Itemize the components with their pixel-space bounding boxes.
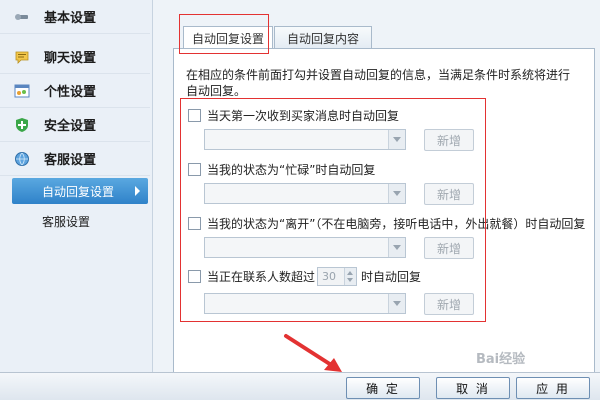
sidebar-subitem-auto-reply[interactable]: 自动回复设置 [12, 178, 148, 204]
footer-bar: 确 定 取 消 应 用 [0, 372, 600, 400]
apply-button[interactable]: 应 用 [516, 377, 590, 399]
sidebar-item-label: 个性设置 [44, 85, 97, 100]
ok-button[interactable]: 确 定 [346, 377, 420, 399]
chat-bubble-icon [14, 49, 30, 65]
shield-plus-icon [14, 117, 30, 133]
annotation-highlight-tab [179, 14, 269, 54]
sidebar-item-security[interactable]: 安全设置 [0, 108, 150, 142]
palette-window-icon [14, 83, 30, 99]
sidebar-subitem-service-settings[interactable]: 客服设置 [12, 208, 148, 234]
cancel-button[interactable]: 取 消 [436, 377, 510, 399]
headset-globe-icon [14, 151, 30, 167]
sidebar: 基本设置 聊天设置 个性设置 安全设置 客服设置 自动回复设置 客服设置 [0, 0, 153, 372]
sidebar-subitem-label: 客服设置 [42, 214, 91, 229]
tab-auto-reply-content[interactable]: 自动回复内容 [274, 26, 372, 49]
sidebar-item-service[interactable]: 客服设置 [0, 142, 150, 176]
sidebar-item-basic[interactable]: 基本设置 [0, 0, 150, 34]
annotation-arrow-icon [284, 334, 342, 372]
watermark: Bai经验 [476, 352, 526, 367]
sidebar-item-label: 客服设置 [44, 153, 97, 168]
tab-label: 自动回复内容 [286, 31, 359, 46]
annotation-highlight-rules [180, 98, 486, 322]
wrench-icon [14, 9, 30, 25]
instructions-text: 在相应的条件前面打勾并设置自动回复的信息，当满足条件时系统将进行自动回复。 [186, 68, 571, 98]
sidebar-item-chat[interactable]: 聊天设置 [0, 40, 150, 74]
sidebar-item-label: 基本设置 [44, 11, 97, 26]
sidebar-subitem-label: 自动回复设置 [42, 184, 115, 199]
sidebar-item-label: 聊天设置 [44, 51, 97, 66]
chevron-right-icon [135, 186, 140, 196]
sidebar-item-personal[interactable]: 个性设置 [0, 74, 150, 108]
settings-window: 基本设置 聊天设置 个性设置 安全设置 客服设置 自动回复设置 客服设置 自动回… [0, 0, 600, 400]
sidebar-item-label: 安全设置 [44, 119, 97, 134]
